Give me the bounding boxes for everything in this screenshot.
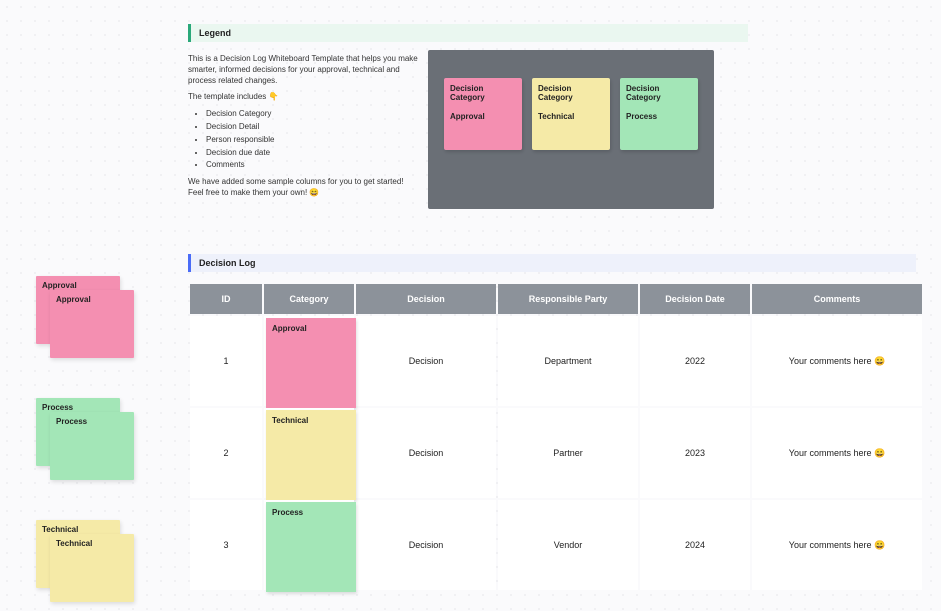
legend-bullet: Comments (206, 160, 418, 171)
cell-decision[interactable]: Decision (356, 408, 496, 498)
sticky-stack-approval: Approval Approval (36, 276, 130, 354)
cell-responsible[interactable]: Partner (498, 408, 638, 498)
legend-description: This is a Decision Log Whiteboard Templa… (188, 50, 418, 209)
col-header-comments: Comments (752, 284, 922, 314)
category-sticky[interactable]: Process (266, 502, 356, 592)
sticky-label: Process (56, 417, 87, 426)
legend-card-label: Process (626, 112, 692, 121)
sticky-note-approval[interactable]: Approval (50, 290, 134, 358)
cell-date[interactable]: 2023 (640, 408, 750, 498)
legend-card-approval[interactable]: Decision Category Approval (444, 78, 522, 150)
decision-log-table: ID Category Decision Responsible Party D… (188, 282, 924, 592)
legend-card-label: Approval (450, 112, 516, 121)
cell-category[interactable]: Technical (264, 408, 354, 498)
legend-bullet: Decision Detail (206, 122, 418, 133)
sticky-label: Approval (56, 295, 91, 304)
sticky-note-process[interactable]: Process (50, 412, 134, 480)
sticky-label: Technical (42, 525, 78, 534)
cell-id[interactable]: 1 (190, 316, 262, 406)
cell-comments[interactable]: Your comments here 😀 (752, 500, 922, 590)
cell-id[interactable]: 3 (190, 500, 262, 590)
table-row: 1ApprovalDecisionDepartment2022Your comm… (190, 316, 922, 406)
sticky-note-technical[interactable]: Technical (50, 534, 134, 602)
sticky-stack-process: Process Process (36, 398, 130, 476)
legend-intro: This is a Decision Log Whiteboard Templa… (188, 54, 418, 86)
legend-bullet: Person responsible (206, 135, 418, 146)
col-header-date: Decision Date (640, 284, 750, 314)
legend-outro: We have added some sample columns for yo… (188, 177, 418, 199)
col-header-id: ID (190, 284, 262, 314)
decision-log-title: Decision Log (188, 254, 916, 272)
cell-responsible[interactable]: Vendor (498, 500, 638, 590)
legend-bullet: Decision Category (206, 109, 418, 120)
category-sticky[interactable]: Approval (266, 318, 356, 408)
sticky-label: Process (42, 403, 73, 412)
col-header-category: Category (264, 284, 354, 314)
sticky-label: Technical (56, 539, 92, 548)
decision-log-section: Decision Log ID Category Decision Respon… (188, 254, 916, 592)
legend-title: Legend (188, 24, 748, 42)
category-sticky[interactable]: Technical (266, 410, 356, 500)
legend-card-title: Decision Category (538, 84, 604, 102)
legend-card-title: Decision Category (626, 84, 692, 102)
legend-card-technical[interactable]: Decision Category Technical (532, 78, 610, 150)
table-row: 2TechnicalDecisionPartner2023Your commen… (190, 408, 922, 498)
cell-responsible[interactable]: Department (498, 316, 638, 406)
cell-id[interactable]: 2 (190, 408, 262, 498)
table-header-row: ID Category Decision Responsible Party D… (190, 284, 922, 314)
legend-bullet: Decision due date (206, 148, 418, 159)
cell-decision[interactable]: Decision (356, 500, 496, 590)
col-header-decision: Decision (356, 284, 496, 314)
legend-card-process[interactable]: Decision Category Process (620, 78, 698, 150)
cell-comments[interactable]: Your comments here 😀 (752, 408, 922, 498)
sticky-stack-technical: Technical Technical (36, 520, 130, 598)
cell-category[interactable]: Process (264, 500, 354, 590)
table-row: 3ProcessDecisionVendor2024Your comments … (190, 500, 922, 590)
legend-includes-label: The template includes 👇 (188, 92, 418, 103)
cell-decision[interactable]: Decision (356, 316, 496, 406)
legend-section: Legend This is a Decision Log Whiteboard… (188, 24, 748, 209)
legend-cards-panel: Decision Category Approval Decision Cate… (428, 50, 714, 209)
cell-comments[interactable]: Your comments here 😀 (752, 316, 922, 406)
col-header-responsible: Responsible Party (498, 284, 638, 314)
cell-date[interactable]: 2022 (640, 316, 750, 406)
legend-card-title: Decision Category (450, 84, 516, 102)
whiteboard-canvas[interactable]: Legend This is a Decision Log Whiteboard… (0, 0, 941, 611)
sticky-label: Approval (42, 281, 77, 290)
legend-card-label: Technical (538, 112, 604, 121)
cell-category[interactable]: Approval (264, 316, 354, 406)
cell-date[interactable]: 2024 (640, 500, 750, 590)
